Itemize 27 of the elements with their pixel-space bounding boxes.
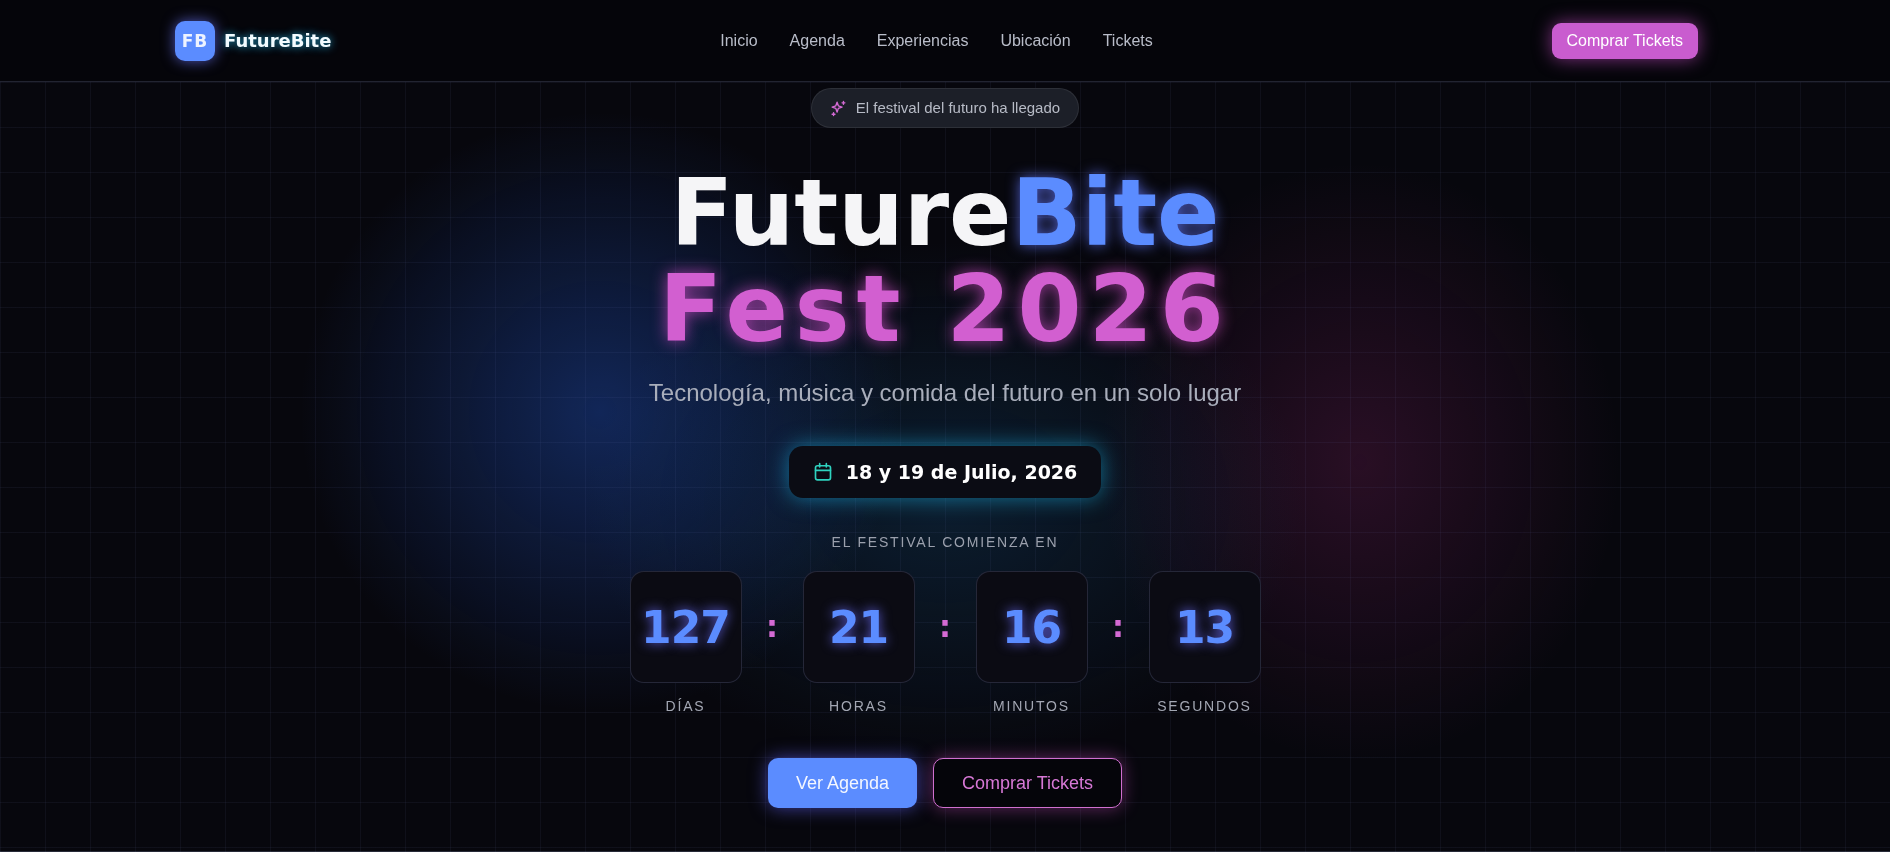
hero-subtitle: Tecnología, música y comida del futuro en un solo lugar (648, 378, 1242, 408)
nav-link[interactable]: Agenda (789, 31, 845, 50)
nav-link[interactable]: Inicio (720, 31, 758, 50)
nav-link[interactable]: Experiencias (876, 31, 969, 50)
countdown-label: MINUTOS (993, 697, 1070, 716)
colon-separator: : (1112, 612, 1124, 642)
colon-separator: : (939, 612, 951, 642)
countdown-value: 16 (1001, 601, 1062, 653)
event-date: 18 y 19 de Julio, 2026 (845, 461, 1078, 483)
countdown-label: SEGUNDOS (1157, 697, 1252, 716)
hero-title: FutureBite Fest 2026 (659, 168, 1231, 356)
countdown-heading: EL FESTIVAL COMIENZA EN (831, 533, 1059, 552)
countdown-label: DÍAS (665, 697, 706, 716)
countdown-label: HORAS (829, 697, 888, 716)
calendar-icon (812, 462, 833, 482)
countdown-value: 13 (1174, 601, 1235, 653)
nav-link[interactable]: Ubicación (1000, 31, 1071, 50)
announcement-text: El festival del futuro ha llegado (855, 98, 1061, 118)
countdown-value: 127 (641, 601, 730, 653)
buy-tickets-button[interactable]: Comprar Tickets (1551, 22, 1698, 59)
logo-mark: FB (175, 20, 215, 61)
colon-separator: : (766, 612, 778, 642)
nav-link[interactable]: Tickets (1102, 31, 1153, 50)
countdown-value: 21 (828, 601, 889, 653)
brand-name: FutureBite (224, 30, 332, 51)
sparkle-icon (829, 99, 847, 117)
buy-tickets-button[interactable]: Comprar Tickets (933, 758, 1123, 808)
